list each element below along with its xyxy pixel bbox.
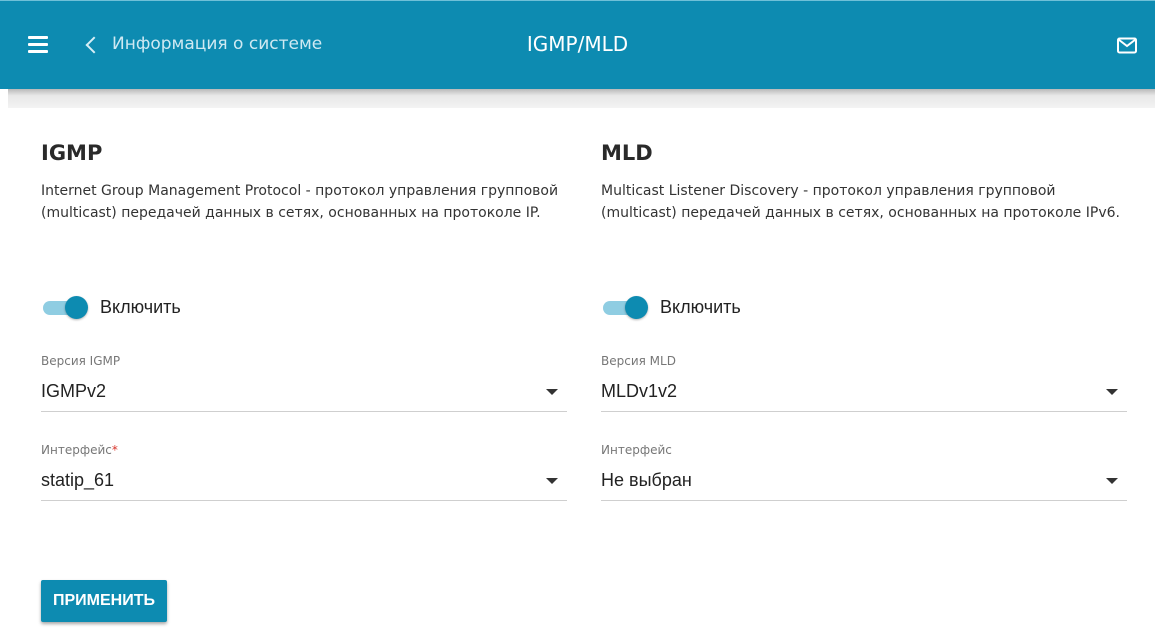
caret-down-icon <box>546 389 558 395</box>
toggle-knob <box>625 296 648 319</box>
chevron-left-icon <box>85 36 103 53</box>
toggle-switch[interactable] <box>41 295 89 319</box>
mld-enable-toggle[interactable]: Включить <box>601 295 741 319</box>
igmp-heading: IGMP <box>41 141 103 165</box>
mld-interface-value: Не выбран <box>601 470 692 490</box>
mld-version-label: Версия MLD <box>601 354 676 368</box>
caret-down-icon <box>1106 478 1118 484</box>
caret-down-icon <box>546 478 558 484</box>
settings-card: IGMP Internet Group Management Protocol … <box>8 108 1155 641</box>
mld-version-select[interactable]: Версия MLD MLDv1v2 <box>601 353 1127 412</box>
mld-enable-label: Включить <box>660 296 741 317</box>
apply-button[interactable]: ПРИМЕНИТЬ <box>41 580 167 622</box>
igmp-interface-value: statip_61 <box>41 470 115 490</box>
mld-version-value: MLDv1v2 <box>601 381 678 401</box>
igmp-enable-toggle[interactable]: Включить <box>41 295 181 319</box>
mld-interface-select[interactable]: Интерфейс Не выбран <box>601 442 1127 501</box>
caret-down-icon <box>1106 389 1118 395</box>
igmp-version-label: Версия IGMP <box>41 354 121 368</box>
igmp-enable-label: Включить <box>100 296 181 317</box>
mld-heading: MLD <box>601 141 653 165</box>
required-asterisk: * <box>111 443 118 457</box>
igmp-interface-select[interactable]: Интерфейс* statip_61 <box>41 442 567 501</box>
header-shadow <box>8 89 1155 108</box>
mld-interface-label: Интерфейс <box>601 443 672 457</box>
mail-icon[interactable] <box>1117 37 1137 54</box>
toggle-switch[interactable] <box>601 295 649 319</box>
mld-description: Multicast Listener Discovery - протокол … <box>601 183 1120 221</box>
igmp-description: Internet Group Management Protocol - про… <box>41 183 559 221</box>
igmp-section: IGMP Internet Group Management Protocol … <box>41 138 567 501</box>
toggle-knob <box>65 296 88 319</box>
igmp-version-value: IGMPv2 <box>41 381 107 401</box>
back-link[interactable]: Информация о системе <box>85 34 323 54</box>
back-link-label: Информация о системе <box>112 34 323 54</box>
top-app-bar: Информация о системе IGMP/MLD <box>0 0 1155 89</box>
mld-section: MLD Multicast Listener Discovery - прото… <box>601 138 1127 501</box>
igmp-interface-label: Интерфейс* <box>41 443 118 457</box>
hamburger-menu-icon[interactable] <box>28 36 48 54</box>
igmp-version-select[interactable]: Версия IGMP IGMPv2 <box>41 353 567 412</box>
